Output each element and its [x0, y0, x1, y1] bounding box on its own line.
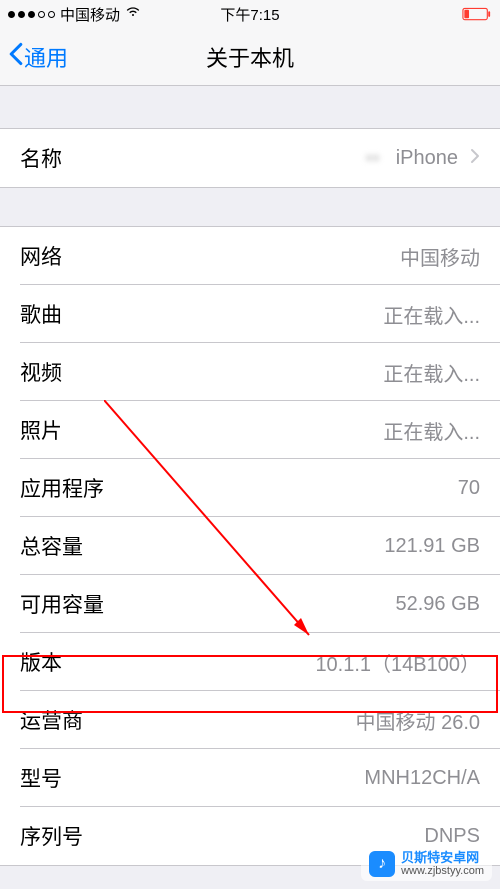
row-available[interactable]: 可用容量 52.96 GB: [0, 575, 500, 633]
row-value: 正在载入...: [383, 416, 480, 445]
row-label: 序列号: [20, 821, 83, 851]
watermark-logo-icon: ♪: [369, 851, 395, 877]
chevron-left-icon: [8, 42, 24, 72]
details-section: 网络 中国移动 歌曲 正在载入... 视频 正在载入... 照片 正在载入...…: [0, 226, 500, 866]
watermark-text: 贝斯特安卓网 www.zjbstyy.com: [401, 851, 484, 877]
row-value: DNPS: [424, 825, 480, 848]
row-label: 运营商: [20, 705, 83, 735]
row-value: 中国移动 26.0: [356, 706, 480, 735]
row-videos[interactable]: 视频 正在载入...: [0, 343, 500, 401]
row-value: MNH12CH/A: [364, 767, 480, 790]
row-label: 名称: [20, 143, 62, 173]
status-bar: 中国移动 下午7:15: [0, 0, 500, 28]
section-spacer: [0, 86, 500, 128]
name-section: 名称 ▪▪ iPhone: [0, 128, 500, 188]
row-value: 10.1.1（14B100）: [315, 648, 480, 677]
row-label: 可用容量: [20, 589, 104, 619]
back-button[interactable]: 通用: [8, 41, 68, 73]
nav-bar: 通用 关于本机: [0, 28, 500, 86]
row-value: 正在载入...: [383, 358, 480, 387]
row-value: 70: [458, 477, 480, 500]
chevron-right-icon: [470, 147, 480, 170]
signal-strength-icon: [8, 11, 55, 18]
wifi-icon: [125, 4, 141, 24]
row-label: 版本: [20, 647, 62, 677]
row-apps[interactable]: 应用程序 70: [0, 459, 500, 517]
watermark-title: 贝斯特安卓网: [401, 851, 484, 865]
status-left: 中国移动: [8, 4, 141, 25]
status-right: [462, 7, 492, 21]
back-label: 通用: [24, 41, 68, 73]
row-name[interactable]: 名称 ▪▪ iPhone: [0, 129, 500, 187]
row-label: 视频: [20, 357, 62, 387]
row-network[interactable]: 网络 中国移动: [0, 227, 500, 285]
row-model[interactable]: 型号 MNH12CH/A: [0, 749, 500, 807]
row-label: 歌曲: [20, 299, 62, 329]
battery-icon: [462, 7, 492, 21]
row-photos[interactable]: 照片 正在载入...: [0, 401, 500, 459]
blurred-text: ▪▪: [366, 147, 380, 170]
row-carrier[interactable]: 运营商 中国移动 26.0: [0, 691, 500, 749]
carrier-label: 中国移动: [60, 4, 120, 25]
row-version[interactable]: 版本 10.1.1（14B100）: [0, 633, 500, 691]
page-title: 关于本机: [206, 41, 294, 73]
row-label: 应用程序: [20, 473, 104, 503]
row-label: 照片: [20, 415, 62, 445]
status-time: 下午7:15: [220, 4, 279, 25]
row-value: 52.96 GB: [395, 593, 480, 616]
row-label: 网络: [20, 241, 62, 271]
row-value: 中国移动: [400, 242, 480, 271]
section-spacer: [0, 188, 500, 226]
row-capacity[interactable]: 总容量 121.91 GB: [0, 517, 500, 575]
row-label: 型号: [20, 763, 62, 793]
watermark: ♪ 贝斯特安卓网 www.zjbstyy.com: [361, 847, 492, 881]
watermark-url: www.zjbstyy.com: [401, 865, 484, 877]
row-value: 正在载入...: [383, 300, 480, 329]
row-label: 总容量: [20, 531, 83, 561]
row-songs[interactable]: 歌曲 正在载入...: [0, 285, 500, 343]
row-value: 121.91 GB: [384, 535, 480, 558]
row-value: ▪▪ iPhone: [366, 147, 480, 170]
